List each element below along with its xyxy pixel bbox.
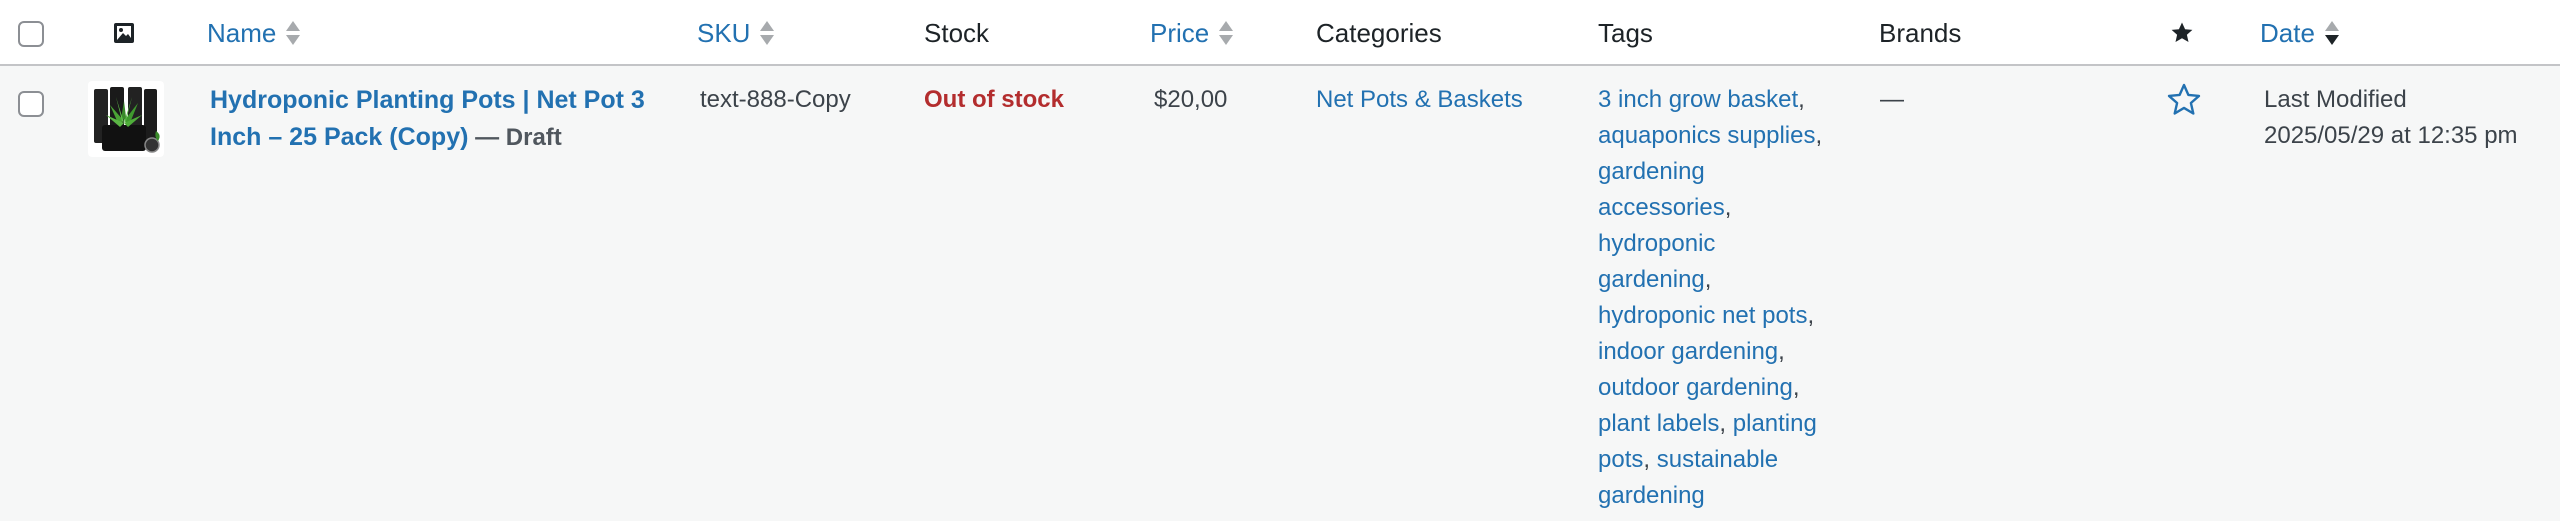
price-header-label: Price	[1150, 17, 1210, 48]
tag-separator: ,	[1798, 86, 1805, 113]
tags-cell: 3 inch grow basket, aquaponics supplies,…	[1598, 82, 1878, 514]
date-value: 2025/05/29 at 12:35 pm	[2264, 122, 2518, 149]
categories-column-header: Categories	[1316, 0, 1442, 66]
tag-separator: ,	[1807, 302, 1815, 329]
select-all-checkbox[interactable]	[18, 21, 44, 47]
product-name-link-line2[interactable]: Inch – 25 Pack (Copy)	[210, 123, 468, 151]
categories-cell: Net Pots & Baskets	[1316, 82, 1523, 118]
sku-cell: text-888-Copy	[700, 86, 851, 113]
stock-header-label: Stock	[924, 17, 990, 48]
tag-separator: ,	[1643, 446, 1657, 473]
tag-link[interactable]: indoor gardening	[1598, 338, 1778, 365]
price-column-header[interactable]: Price	[1150, 0, 1235, 66]
stock-status: Out of stock	[924, 86, 1065, 113]
sku-header-label: SKU	[697, 17, 751, 48]
featured-toggle[interactable]	[2166, 82, 2202, 129]
sort-icon	[286, 19, 302, 47]
categories-header-label: Categories	[1316, 17, 1442, 48]
tag-link[interactable]: 3 inch grow basket	[1598, 86, 1798, 113]
row-checkbox[interactable]	[18, 91, 44, 117]
tag-separator: ,	[1792, 374, 1800, 401]
tag-separator: ,	[1704, 266, 1712, 293]
featured-column-header[interactable]	[2170, 0, 2194, 66]
stock-column-header: Stock	[924, 0, 989, 66]
product-name-link[interactable]: Hydroponic Planting Pots | Net Pot 3	[210, 86, 645, 114]
brands-header-label: Brands	[1879, 17, 1962, 48]
tag-link[interactable]: gardening	[1598, 158, 1705, 185]
tag-separator: ,	[1815, 122, 1823, 149]
tag-link[interactable]: hydroponic net pots	[1598, 302, 1807, 329]
tags-header-label: Tags	[1598, 17, 1653, 48]
tag-link[interactable]: gardening	[1598, 482, 1705, 509]
image-icon	[114, 23, 134, 43]
tag-separator: ,	[1719, 410, 1733, 437]
tag-link[interactable]: plant labels	[1598, 410, 1719, 437]
tag-separator: ,	[1724, 194, 1732, 221]
date-cell: Last Modified 2025/05/29 at 12:35 pm	[2264, 82, 2518, 154]
date-status-label: Last Modified	[2264, 86, 2407, 113]
tags-column-header: Tags	[1598, 0, 1653, 66]
table-row: Hydroponic Planting Pots | Net Pot 3 Inc…	[0, 66, 2560, 521]
tag-link[interactable]: planting	[1733, 410, 1817, 437]
name-header-label: Name	[207, 17, 277, 48]
tag-link[interactable]: hydroponic	[1598, 230, 1715, 257]
products-table: Name SKU Stock Price Categories Tags Bra…	[0, 0, 2560, 521]
tag-separator: ,	[1778, 338, 1785, 365]
table-header: Name SKU Stock Price Categories Tags Bra…	[0, 0, 2560, 66]
net-pots-product-image	[94, 87, 160, 153]
date-header-label: Date	[2260, 17, 2315, 48]
tag-link[interactable]: sustainable	[1657, 446, 1778, 473]
star-filled-icon	[2171, 22, 2193, 42]
tag-link[interactable]: accessories	[1598, 194, 1725, 221]
sku-column-header[interactable]: SKU	[697, 0, 776, 66]
brands-cell: —	[1880, 86, 1904, 113]
tag-link[interactable]: gardening	[1598, 266, 1705, 293]
tag-link[interactable]: aquaponics supplies	[1598, 122, 1816, 149]
star-outline-icon	[2167, 83, 2201, 115]
image-column-header	[113, 0, 135, 66]
price-cell: $20,00	[1154, 86, 1228, 113]
product-status: — Draft	[475, 124, 562, 151]
product-name-cell: Hydroponic Planting Pots | Net Pot 3 Inc…	[210, 82, 680, 156]
brands-column-header: Brands	[1879, 0, 1961, 66]
category-link[interactable]: Net Pots & Baskets	[1316, 86, 1523, 113]
sort-icon	[760, 19, 776, 47]
sort-desc-icon	[2324, 19, 2341, 47]
tag-link[interactable]: pots	[1598, 446, 1643, 473]
tag-link[interactable]: outdoor gardening	[1598, 374, 1793, 401]
sort-icon	[1219, 19, 1235, 47]
name-column-header[interactable]: Name	[207, 0, 302, 66]
product-thumbnail[interactable]	[88, 81, 164, 157]
date-column-header[interactable]: Date	[2260, 0, 2341, 66]
